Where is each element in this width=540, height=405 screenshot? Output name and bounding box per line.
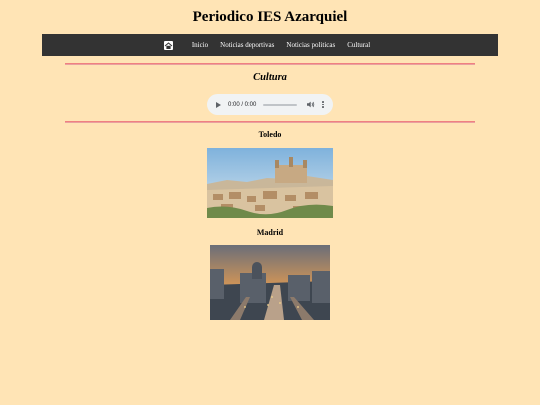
top-divider bbox=[65, 63, 475, 65]
toledo-photo bbox=[207, 148, 333, 218]
audio-progress-slider[interactable] bbox=[263, 103, 298, 106]
nav-link-inicio[interactable]: Inicio bbox=[192, 41, 208, 49]
article-title-toledo: Toledo bbox=[258, 130, 282, 139]
home-icon[interactable] bbox=[163, 40, 173, 50]
more-options-icon[interactable] bbox=[322, 101, 324, 108]
play-icon[interactable] bbox=[216, 101, 221, 108]
site-title: Periodico IES Azarquiel bbox=[192, 9, 348, 25]
section-title: Cultura bbox=[253, 72, 287, 83]
nav-link-cultural[interactable]: Cultural bbox=[347, 41, 370, 49]
audio-player[interactable]: 0:00 / 0:00 bbox=[207, 94, 333, 115]
navbar: Inicio Noticias deportivas Noticias poli… bbox=[42, 34, 498, 56]
audio-time: 0:00 / 0:00 bbox=[228, 101, 257, 108]
nav-link-noticias-deportivas[interactable]: Noticias deportivas bbox=[220, 41, 274, 49]
volume-icon[interactable] bbox=[307, 101, 315, 108]
nav-link-noticias-politicas[interactable]: Noticias politicas bbox=[286, 41, 335, 49]
madrid-photo bbox=[210, 245, 330, 320]
bottom-divider bbox=[65, 121, 475, 123]
article-title-madrid: Madrid bbox=[256, 228, 284, 237]
